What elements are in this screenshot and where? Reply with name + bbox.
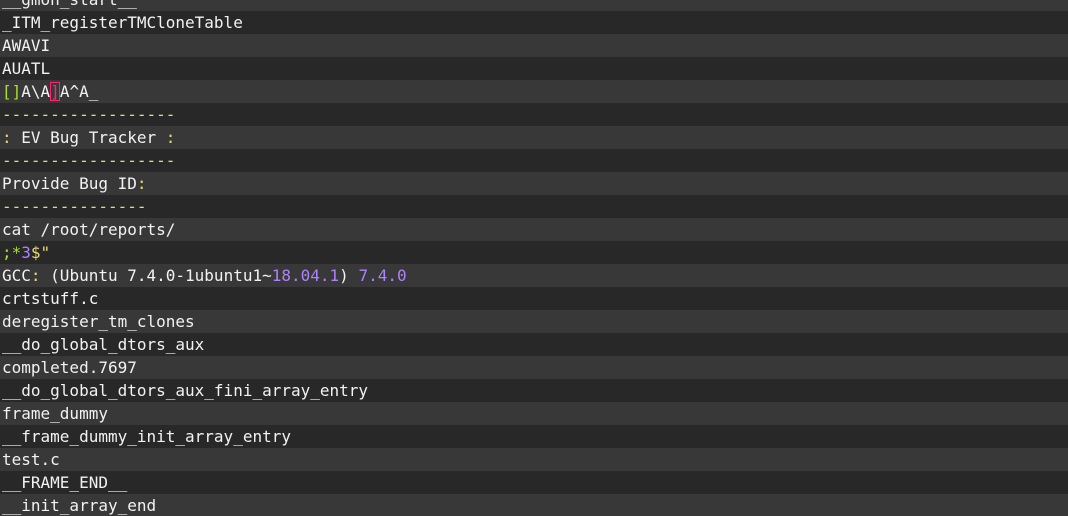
output-line-segment: 3 (21, 243, 31, 262)
output-line-segment: frame_dummy (2, 404, 108, 423)
output-line: completed.7697 (0, 356, 1068, 379)
output-line: : EV Bug Tracker : (0, 126, 1068, 149)
output-line-segment: ] (50, 82, 60, 101)
output-line: __init_array_end (0, 494, 1068, 516)
output-line-segment: : (136, 174, 147, 193)
strings-output-viewer: __gmon_start__ _ITM_registerTMCloneTable A… (0, 0, 1068, 516)
output-line: cat /root/reports/ (0, 218, 1068, 241)
output-line: GCC: (Ubuntu 7.4.0-1ubuntu1~18.04.1) 7.4… (0, 264, 1068, 287)
output-line-segment: [] (2, 82, 22, 101)
output-line-segment: : (30, 266, 51, 285)
output-lines: __gmon_start__ _ITM_registerTMCloneTable A… (0, 0, 1068, 516)
output-line: crtstuff.c (0, 287, 1068, 310)
output-line-segment: test.c (2, 450, 60, 469)
output-line-segment: __init_array_end (2, 496, 157, 515)
output-line-segment: __frame_dummy_init_array_entry (2, 427, 291, 446)
output-line-segment: EV Bug Tracker (21, 128, 157, 147)
output-line: test.c (0, 448, 1068, 471)
output-line-segment: A^A_ (59, 82, 99, 101)
output-line-segment: _ITM_registerTMCloneTable (2, 13, 243, 32)
output-line-segment: $" (30, 243, 51, 262)
output-line-segment: AWAVI (2, 36, 51, 55)
output-line-segment: deregister_tm_clones (2, 312, 195, 331)
output-line: ;*3$" (0, 241, 1068, 264)
output-line: AUATL (0, 57, 1068, 80)
output-line: frame_dummy (0, 402, 1068, 425)
output-line-segment: : (156, 128, 176, 147)
output-line: ------------------ (0, 149, 1068, 172)
output-line-segment: crtstuff.c (2, 289, 99, 308)
output-line: __frame_dummy_init_array_entry (0, 425, 1068, 448)
output-line-segment: A\A (21, 82, 51, 101)
output-line: __FRAME_END__ (0, 471, 1068, 494)
output-line: AWAVI (0, 34, 1068, 57)
output-line-segment: __do_global_dtors_aux (2, 335, 205, 354)
output-line-segment: __FRAME_END__ (2, 473, 128, 492)
output-line-segment: 7.4.0 (358, 266, 407, 285)
output-line-segment: __do_global_dtors_aux_fini_array_entry (2, 381, 369, 400)
output-line-segment: Provide Bug ID (2, 174, 137, 193)
output-line: _ITM_registerTMCloneTable (0, 11, 1068, 34)
output-line-segment: --------------- (2, 197, 147, 216)
output-line-segment: ------------------ (2, 105, 176, 124)
output-line: __gmon_start__ (0, 0, 1068, 11)
output-line-segment: __gmon_start__ (2, 0, 137, 9)
output-line-segment: ) (339, 266, 359, 285)
output-line: Provide Bug ID: (0, 172, 1068, 195)
output-line: []A\A]A^A_ (0, 80, 1068, 103)
output-line: __do_global_dtors_aux_fini_array_entry (0, 379, 1068, 402)
output-line-segment: (Ubuntu 7.4.0-1ubuntu1~ (50, 266, 272, 285)
output-line: ------------------ (0, 103, 1068, 126)
output-line-segment: ;* (2, 243, 22, 262)
output-line: deregister_tm_clones (0, 310, 1068, 333)
output-line-segment: cat /root/reports/ (2, 220, 176, 239)
output-line-segment: AUATL (2, 59, 51, 78)
output-line-segment: ------------------ (2, 151, 176, 170)
output-line: --------------- (0, 195, 1068, 218)
output-line: __do_global_dtors_aux (0, 333, 1068, 356)
output-line-segment: : (2, 128, 22, 147)
output-line-segment: completed.7697 (2, 358, 137, 377)
output-line-segment: 18.04.1 (271, 266, 340, 285)
output-line-segment: GCC (2, 266, 31, 285)
